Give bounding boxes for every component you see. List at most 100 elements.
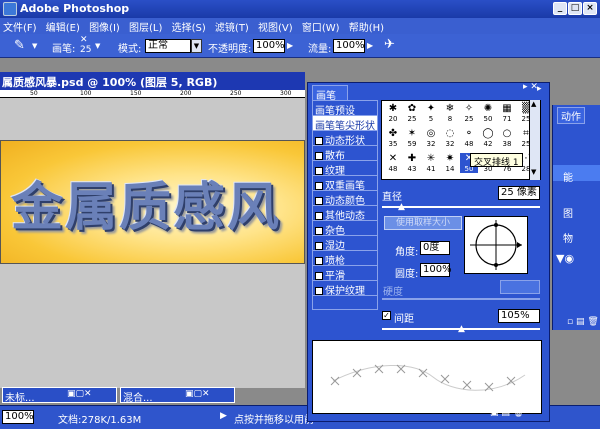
brush-tip[interactable]: ✤ 35 <box>384 128 402 148</box>
angle-widget[interactable] <box>464 216 528 274</box>
brush-tip[interactable]: ✧ 25 <box>460 103 478 123</box>
scroll-down-icon[interactable]: ▼ <box>531 168 536 176</box>
menu-help[interactable]: 帮助(H) <box>346 18 387 35</box>
status-arrow-icon[interactable]: ▶ <box>220 411 227 421</box>
checkbox[interactable] <box>315 272 323 280</box>
brush-tip-icon: ✺ <box>483 103 493 114</box>
menu-window[interactable]: 窗口(W) <box>299 18 343 35</box>
diameter-slider-thumb-icon[interactable]: ▲ <box>398 202 405 212</box>
brush-tip[interactable]: ⚬ 48 <box>460 128 478 148</box>
panel-menu-icon[interactable]: ▸ <box>537 84 542 94</box>
brush-tip[interactable]: ❄ 8 <box>441 103 459 123</box>
brush-tip-shape-item[interactable]: 画笔笔尖形状 <box>313 116 377 132</box>
checkbox[interactable] <box>315 242 323 250</box>
brush-tip-grid[interactable]: ✱ 20 ✿ 25 ✦ 5 ❄ 8 ✧ 25 ✺ 50 ▦ 71 ▒ 25 ✤ 35 ✶ 59 ◎ 3… <box>381 100 541 180</box>
canvas-area[interactable]: 金属质感风 <box>0 98 305 388</box>
use-sample-size-button[interactable]: 使用取样大小 <box>384 216 462 230</box>
brush-size-label: 41 <box>426 165 436 173</box>
restore-buttons[interactable]: ▣▢✕ <box>67 389 92 399</box>
scattering-item[interactable]: 散布 <box>313 146 377 162</box>
menu-filter[interactable]: 滤镜(T) <box>212 18 252 35</box>
hardness-slider[interactable] <box>382 298 540 300</box>
shape-dynamics-item[interactable]: 动态形状 <box>313 131 377 147</box>
hardness-input[interactable] <box>500 280 540 294</box>
brush-tool-icon[interactable]: ✎ <box>14 38 25 53</box>
brush-tab[interactable]: 画笔 <box>312 85 348 102</box>
spacing-checkbox[interactable]: ✓ <box>382 311 391 320</box>
grid-scrollbar[interactable]: ▲ ▼ <box>529 100 540 180</box>
wet-edges-item[interactable]: 湿边 <box>313 236 377 252</box>
checkbox[interactable] <box>315 287 323 295</box>
brush-panel-bottom-icons[interactable]: ▣ ▤ 🗑 <box>490 408 524 418</box>
brush-tip[interactable]: ✚ 43 <box>403 153 421 173</box>
spacing-slider-thumb-icon[interactable]: ▲ <box>458 324 465 334</box>
canvas-image[interactable]: 金属质感风 <box>0 140 305 264</box>
other-dynamics-item[interactable]: 其他动态 <box>313 206 377 222</box>
diameter-slider[interactable] <box>382 206 540 208</box>
brush-tip[interactable]: ✶ 59 <box>403 128 421 148</box>
color-dynamics-item[interactable]: 动态颜色 <box>313 191 377 207</box>
brush-tip[interactable]: ✺ 50 <box>479 103 497 123</box>
menu-select[interactable]: 选择(S) <box>169 18 209 35</box>
angle-input[interactable]: 0度 <box>420 241 450 255</box>
checkbox[interactable] <box>315 152 323 160</box>
menu-edit[interactable]: 编辑(E) <box>43 18 83 35</box>
opacity-arrow-icon[interactable]: ▶ <box>287 41 293 50</box>
visibility-icon[interactable]: ▼◉ <box>556 252 574 265</box>
brush-tip[interactable]: ▦ 71 <box>498 103 516 123</box>
brush-tip[interactable]: ◎ 32 <box>422 128 440 148</box>
panel-bottom-icons[interactable]: ▫ ▤ 🗑 <box>567 317 599 327</box>
flow-input[interactable]: 100% <box>333 39 365 53</box>
texture-item[interactable]: 纹理 <box>313 161 377 177</box>
airbrush-item[interactable]: 喷枪 <box>313 251 377 267</box>
spacing-input[interactable]: 105% <box>498 309 540 323</box>
checkbox[interactable] <box>315 212 323 220</box>
menu-view[interactable]: 视图(V) <box>255 18 296 35</box>
brush-size-label: 42 <box>483 140 493 148</box>
close-button[interactable]: × <box>583 2 597 15</box>
brush-presets-item[interactable]: 画笔预设 <box>313 101 377 117</box>
minimize-button[interactable]: _ <box>553 2 567 15</box>
minimized-window-1[interactable]: 未标... ▣▢✕ <box>2 387 117 404</box>
brush-tip[interactable]: ✕ 48 <box>384 153 402 173</box>
flow-arrow-icon[interactable]: ▶ <box>367 41 373 50</box>
brush-tip[interactable]: ✳ 41 <box>422 153 440 173</box>
zoom-field[interactable]: 100% <box>2 410 34 424</box>
diameter-input[interactable]: 25 像素 <box>498 186 540 200</box>
minimized-window-2[interactable]: 混合... ▣▢✕ <box>120 387 235 404</box>
actions-tab[interactable]: 动作 <box>557 107 585 124</box>
checkbox[interactable] <box>315 227 323 235</box>
scroll-up-icon[interactable]: ▲ <box>531 100 536 108</box>
roundness-input[interactable]: 100% <box>420 263 452 277</box>
checkbox[interactable] <box>315 167 323 175</box>
brush-tip[interactable]: ✿ 25 <box>403 103 421 123</box>
brush-tip[interactable]: ✱ 20 <box>384 103 402 123</box>
checkbox[interactable] <box>315 197 323 205</box>
smoothing-item[interactable]: 平滑 <box>313 266 377 282</box>
noise-item[interactable]: 杂色 <box>313 221 377 237</box>
mode-dropdown-icon[interactable]: ▼ <box>191 39 202 53</box>
airbrush-icon[interactable]: ✈ <box>384 37 395 52</box>
checkbox[interactable] <box>315 257 323 265</box>
brush-tip[interactable]: ✷ 14 <box>441 153 459 173</box>
protect-texture-item[interactable]: 保护纹理 <box>313 281 377 297</box>
menu-file[interactable]: 文件(F) <box>0 18 40 35</box>
brush-tip[interactable]: ✦ 5 <box>422 103 440 123</box>
actions-row[interactable] <box>553 165 600 181</box>
brush-preview-icon[interactable]: ✕ <box>80 35 88 45</box>
maximize-button[interactable]: □ <box>568 2 582 15</box>
checkbox[interactable] <box>315 182 323 190</box>
restore-buttons[interactable]: ▣▢✕ <box>185 389 210 399</box>
panel-close-icon[interactable]: ▸ ✕ <box>523 82 538 92</box>
tool-preset-dropdown-icon[interactable]: ▼ <box>32 42 37 50</box>
brush-tip[interactable]: ○ 38 <box>498 128 516 148</box>
menu-image[interactable]: 图像(I) <box>86 18 123 35</box>
brush-picker-dropdown-icon[interactable]: ▼ <box>95 42 100 50</box>
brush-tip[interactable]: ◌ 32 <box>441 128 459 148</box>
dual-brush-item[interactable]: 双重画笔 <box>313 176 377 192</box>
brush-tip[interactable]: ◯ 42 <box>479 128 497 148</box>
menu-layer[interactable]: 图层(L) <box>126 18 165 35</box>
checkbox[interactable] <box>315 137 323 145</box>
opacity-input[interactable]: 100% <box>253 39 285 53</box>
mode-select[interactable]: 正常 <box>145 39 191 53</box>
